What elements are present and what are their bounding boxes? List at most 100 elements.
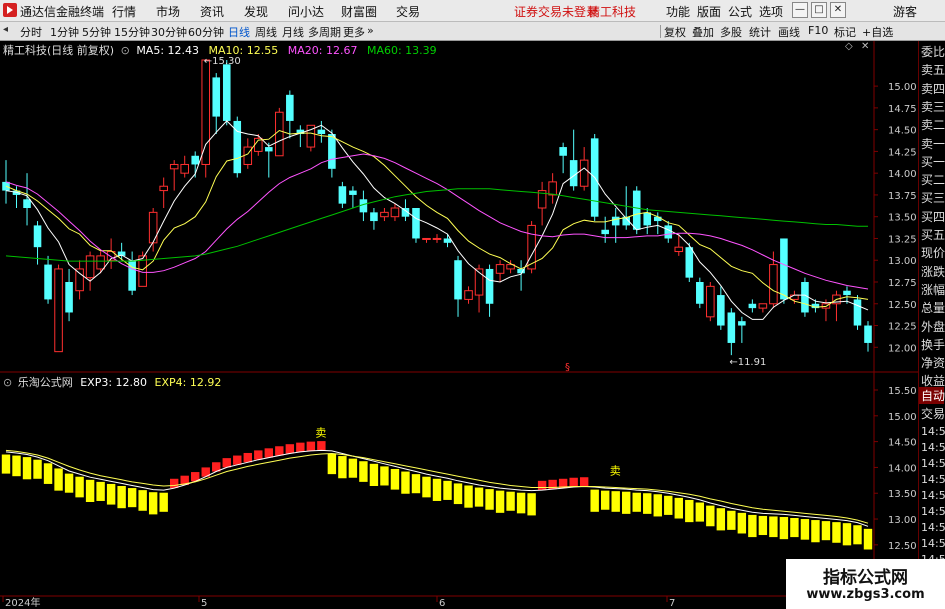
signal-bar [632, 492, 641, 512]
quote-field-9: 买四 [921, 209, 945, 224]
signal-bar [643, 493, 652, 514]
candle-body [706, 285, 715, 318]
signal-bar [464, 485, 473, 508]
candle-body [96, 255, 105, 270]
candle-body [159, 185, 168, 192]
signal-bar [243, 452, 252, 463]
signal-bar [664, 495, 673, 515]
low-price-label: ←11.91 [729, 357, 766, 368]
candle-body [790, 294, 799, 300]
tick-time-7: 14:5 [921, 537, 945, 550]
signal-bar [390, 468, 400, 490]
signal-bar [64, 473, 74, 493]
time-axis-label: 2024年 [5, 596, 40, 609]
signal-bar [117, 486, 126, 509]
candle-body [44, 264, 52, 300]
signal-bar [348, 458, 358, 478]
sidebar-tab-0[interactable]: 自动 [919, 387, 945, 404]
price-axis-label: 13.50 [888, 213, 917, 224]
signal-bar [159, 492, 168, 512]
signal-bar [779, 516, 789, 540]
candle-body [33, 225, 42, 248]
candle-body [243, 146, 253, 165]
signal-bar [85, 479, 95, 502]
signal-bar [327, 453, 337, 475]
signal-bar [622, 491, 631, 514]
candle-body [685, 247, 694, 278]
candle-body [148, 211, 158, 244]
site-watermark: 指标公式网 www.zbgs3.com [786, 559, 945, 609]
candle-body [370, 212, 378, 222]
kline-chart[interactable]: 15.00 14.75 14.50 14.25 14.00 13.75 13.50 13.25… [0, 0, 918, 609]
signal-bar [148, 492, 158, 515]
price-axis-label: 12.75 [888, 278, 917, 289]
quote-field-14: 总量 [921, 301, 945, 316]
signal-bar [863, 528, 873, 550]
signal-bar [853, 525, 862, 545]
signal-bar [127, 488, 137, 508]
signal-bar [1, 454, 11, 474]
quote-field-10: 买五 [921, 228, 945, 242]
ma-line-ma60 [5, 188, 868, 262]
candle-body [738, 321, 746, 326]
signal-bar [453, 483, 463, 505]
signal-bar [590, 489, 599, 512]
signal-bar [254, 450, 263, 460]
tick-time-2: 14:5 [921, 457, 945, 470]
signal-bar [653, 494, 662, 517]
signal-bar [695, 502, 705, 522]
signal-bar [275, 446, 284, 456]
tick-time-6: 14:5 [921, 521, 945, 534]
watermark-url: www.zbgs3.com [806, 587, 925, 602]
signal-bar [106, 483, 116, 505]
price-axis-label: 14.00 [888, 169, 917, 180]
quote-field-6: 买一 [921, 154, 945, 169]
signal-bar [12, 455, 21, 477]
candle-body [286, 94, 294, 121]
quote-field-0: 委比 [921, 45, 945, 59]
price-axis-label: 13.00 [888, 256, 917, 267]
time-axis-label: 6 [439, 598, 445, 609]
sub-axis-label: 15.00 [888, 412, 917, 423]
quote-field-15: 外盘 [921, 319, 945, 334]
tick-time-3: 14:5 [921, 473, 945, 486]
candle-body [696, 282, 704, 304]
candle-body [579, 159, 589, 187]
candle-body [464, 290, 473, 300]
signal-bar [369, 463, 379, 486]
signal-bar [96, 481, 105, 501]
signal-bar [516, 492, 526, 514]
candle-body [485, 268, 494, 304]
signal-bar [832, 522, 841, 543]
signal-bar [359, 461, 368, 482]
candle-body [180, 163, 189, 174]
sub-axis-label: 14.50 [888, 438, 917, 449]
signal-bar [33, 459, 42, 479]
candle-body [864, 325, 872, 343]
signal-bar [537, 480, 547, 491]
candle-body [611, 216, 620, 226]
candle-body [412, 208, 420, 239]
candle-body [853, 299, 862, 326]
quote-field-5: 卖一 [921, 136, 945, 151]
candle-body [432, 237, 442, 240]
candle-body [548, 181, 557, 196]
signal-bar [138, 490, 147, 511]
signal-bar [685, 499, 694, 523]
signal-bar [22, 457, 32, 480]
candle-body [632, 190, 641, 230]
watermark-title: 指标公式网 [823, 568, 908, 588]
candle-body [85, 255, 95, 279]
candle-body [222, 64, 231, 121]
signal-bar [727, 510, 736, 530]
high-price-label: ←15.30 [204, 56, 241, 67]
signal-bar [748, 514, 757, 538]
signal-bar [338, 456, 347, 479]
signal-bar [296, 442, 305, 452]
sidebar-tab-1[interactable]: 交易 [921, 405, 945, 422]
time-axis-label: 5 [201, 598, 207, 609]
signal-bar [737, 512, 747, 534]
sub-axis-label: 13.50 [888, 489, 917, 500]
candle-body [422, 237, 431, 240]
sub-axis-label: 13.00 [888, 515, 917, 526]
